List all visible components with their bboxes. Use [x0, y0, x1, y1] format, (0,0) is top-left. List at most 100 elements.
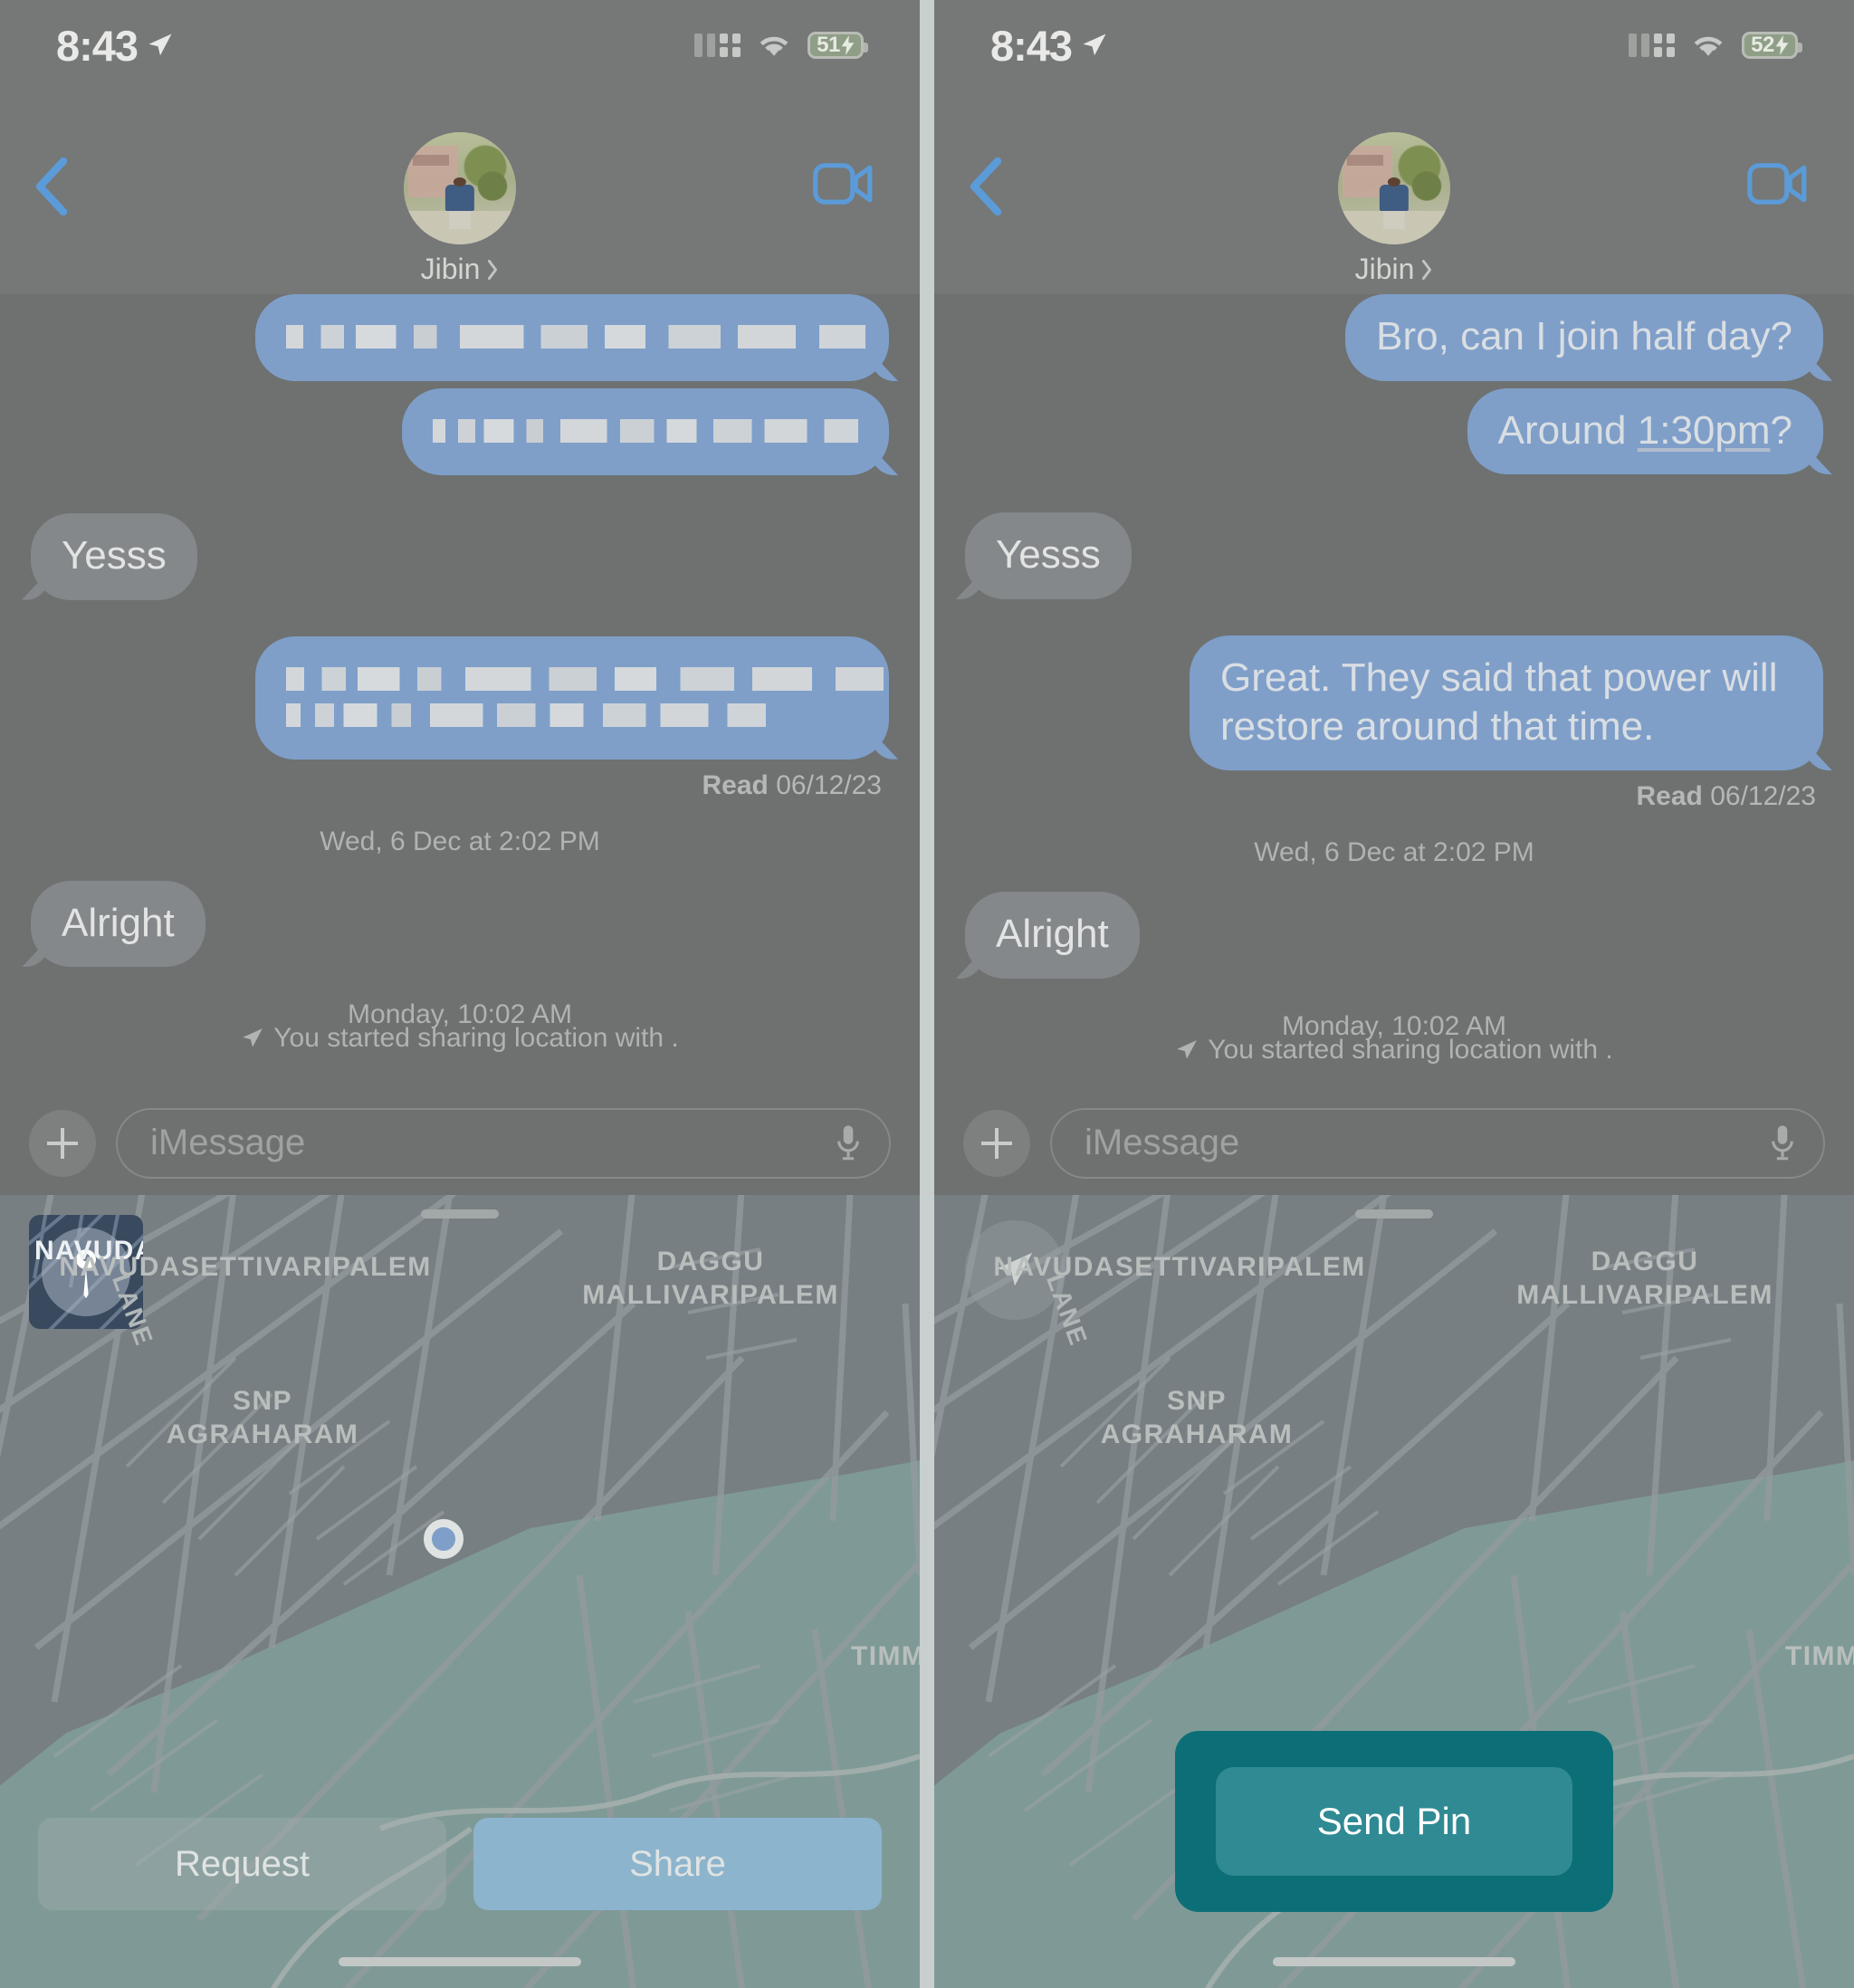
avatar[interactable] — [404, 132, 516, 244]
read-receipt: Read 06/12/23 — [1637, 781, 1816, 811]
current-location-dot — [424, 1519, 464, 1559]
message-row: Great. They said that power will restore… — [934, 636, 1854, 771]
message-bubble-redacted[interactable] — [402, 388, 889, 475]
read-receipt-row: Read 06/12/23 — [0, 767, 920, 801]
location-note-text: You started sharing location with . — [1208, 1035, 1613, 1066]
timestamp-divider: Wed, 6 Dec at 2:02 PM — [320, 826, 600, 856]
location-sharing-note: You started sharing location with . — [934, 1035, 1854, 1066]
message-bubble[interactable]: Yesss — [31, 513, 197, 600]
location-arrow-icon — [1083, 33, 1106, 56]
sheet-grabber[interactable] — [421, 1209, 499, 1219]
back-chevron-icon[interactable] — [33, 158, 69, 215]
message-row: Yesss — [934, 512, 1854, 600]
message-bubble[interactable]: Alright — [965, 892, 1140, 980]
microphone-icon[interactable] — [835, 1123, 862, 1163]
chat-backdrop-dimmed: 8:43 51 Jibin Yesss Read 06/12/23 Wed, 6… — [0, 0, 920, 1195]
home-indicator — [339, 1957, 581, 1966]
panel-left-share-location: 8:43 51 Jibin Yesss Read 06/12/23 Wed, 6… — [0, 0, 920, 1988]
map-label: TIMM — [851, 1641, 920, 1671]
cellular-signal-icon — [694, 33, 741, 57]
battery-percent: 51 — [817, 33, 840, 57]
read-receipt-row: Read 06/12/23 — [934, 778, 1854, 812]
message-text: Bro, can I join half day? — [1376, 314, 1792, 358]
map-label: SNP AGRAHARAM — [1100, 1386, 1294, 1449]
video-call-icon[interactable] — [813, 161, 873, 206]
message-row: Alright — [0, 880, 920, 968]
plus-icon[interactable] — [29, 1109, 96, 1177]
location-arrow-icon — [1177, 1040, 1198, 1059]
redacted-text — [433, 419, 858, 443]
map-label: DAGGU MALLIVARIPALEM — [1516, 1247, 1773, 1310]
redacted-text — [286, 666, 884, 727]
read-date: 06/12/23 — [776, 769, 882, 800]
message-bubble[interactable]: Around 1:30pm? — [1467, 387, 1823, 475]
status-bar-left: 8:43 — [56, 21, 174, 71]
chat-backdrop-dimmed: 8:43 52 Jibin Bro, can I join half day? … — [934, 0, 1854, 1195]
read-label: Read — [702, 769, 769, 800]
location-share-sheet[interactable]: NAVUDASETTIVARIPALEM DAGGU MALLIVARIPALE… — [934, 1195, 1854, 1988]
status-bar-left: 8:43 — [990, 21, 1108, 71]
avatar[interactable] — [1338, 132, 1450, 244]
contact-button[interactable]: Jibin — [404, 132, 516, 286]
chevron-right-icon — [1422, 259, 1432, 280]
send-pin-button[interactable]: Send Pin — [1216, 1767, 1572, 1876]
message-list[interactable]: Yesss Read 06/12/23 Wed, 6 Dec at 2:02 P… — [0, 294, 920, 1091]
message-row: Yesss — [0, 513, 920, 600]
charging-bolt-icon — [1775, 35, 1789, 55]
clock: 8:43 — [56, 21, 139, 70]
search-input[interactable]: iMessage — [116, 1107, 891, 1179]
message-bubble[interactable]: Yesss — [965, 512, 1132, 600]
wifi-icon — [760, 36, 788, 56]
conversation-header: Jibin — [934, 91, 1854, 294]
map-label: SNP AGRAHARAM — [166, 1386, 359, 1449]
cellular-signal-icon — [1629, 33, 1675, 57]
redacted-text — [286, 325, 865, 349]
status-bar: 8:43 52 — [934, 0, 1854, 91]
plus-icon[interactable] — [963, 1109, 1030, 1177]
status-bar-right: 51 — [694, 32, 868, 59]
home-indicator — [1273, 1957, 1515, 1966]
contact-name-row[interactable]: Jibin — [1355, 253, 1434, 286]
location-arrow-icon — [148, 33, 172, 56]
charging-bolt-icon — [841, 35, 855, 55]
contact-name: Jibin — [1354, 253, 1415, 285]
message-bubble[interactable]: Alright — [31, 880, 205, 968]
status-bar-right: 52 — [1629, 32, 1802, 59]
location-share-sheet[interactable]: NAVUDASE NAVUDASETTIVARIPALEM DAGGU MALL… — [0, 1195, 920, 1988]
contact-name-row[interactable]: Jibin — [421, 253, 500, 286]
location-note-text: You started sharing location with . — [273, 1023, 679, 1054]
map-action-buttons: Request Share — [0, 1818, 920, 1910]
message-bubble-redacted[interactable] — [255, 294, 889, 381]
sheet-grabber[interactable] — [1355, 1209, 1433, 1219]
imessage-placeholder: iMessage — [1085, 1123, 1240, 1162]
message-bubble-redacted[interactable] — [255, 636, 889, 760]
conversation-header: Jibin — [0, 91, 920, 294]
video-call-icon[interactable] — [1747, 161, 1807, 206]
message-row: Alright — [934, 892, 1854, 980]
imessage-placeholder: iMessage — [150, 1123, 306, 1162]
message-text: Alright — [996, 912, 1109, 957]
request-location-button[interactable]: Request — [38, 1818, 446, 1910]
message-row — [0, 388, 920, 475]
read-receipt: Read 06/12/23 — [702, 770, 882, 800]
wifi-icon — [1694, 36, 1723, 56]
message-composer: iMessage — [0, 1091, 920, 1195]
battery-indicator: 52 — [1742, 32, 1802, 59]
message-text: Great. They said that power will restore… — [1220, 655, 1778, 749]
map-label: DAGGU MALLIVARIPALEM — [582, 1247, 839, 1310]
detected-time-link[interactable]: 1:30pm — [1638, 408, 1771, 453]
contact-button[interactable]: Jibin — [1338, 132, 1450, 286]
microphone-icon[interactable] — [1769, 1123, 1796, 1163]
screenshot-stage: 8:43 51 Jibin Yesss Read 06/12/23 Wed, 6… — [0, 0, 1854, 1988]
chevron-right-icon — [488, 259, 498, 280]
map-label: TIMM — [1785, 1641, 1854, 1671]
share-location-button[interactable]: Share — [473, 1818, 882, 1910]
back-chevron-icon[interactable] — [967, 158, 1003, 215]
message-bubble[interactable]: Bro, can I join half day? — [1345, 294, 1823, 381]
message-bubble[interactable]: Great. They said that power will restore… — [1190, 636, 1823, 771]
message-text: Alright — [62, 900, 175, 945]
search-input[interactable]: iMessage — [1050, 1107, 1825, 1179]
timestamp-divider: Wed, 6 Dec at 2:02 PM — [1254, 837, 1534, 868]
send-pin-tap-highlight: Send Pin — [1175, 1731, 1613, 1912]
message-list[interactable]: Bro, can I join half day? Around 1:30pm?… — [934, 294, 1854, 1091]
